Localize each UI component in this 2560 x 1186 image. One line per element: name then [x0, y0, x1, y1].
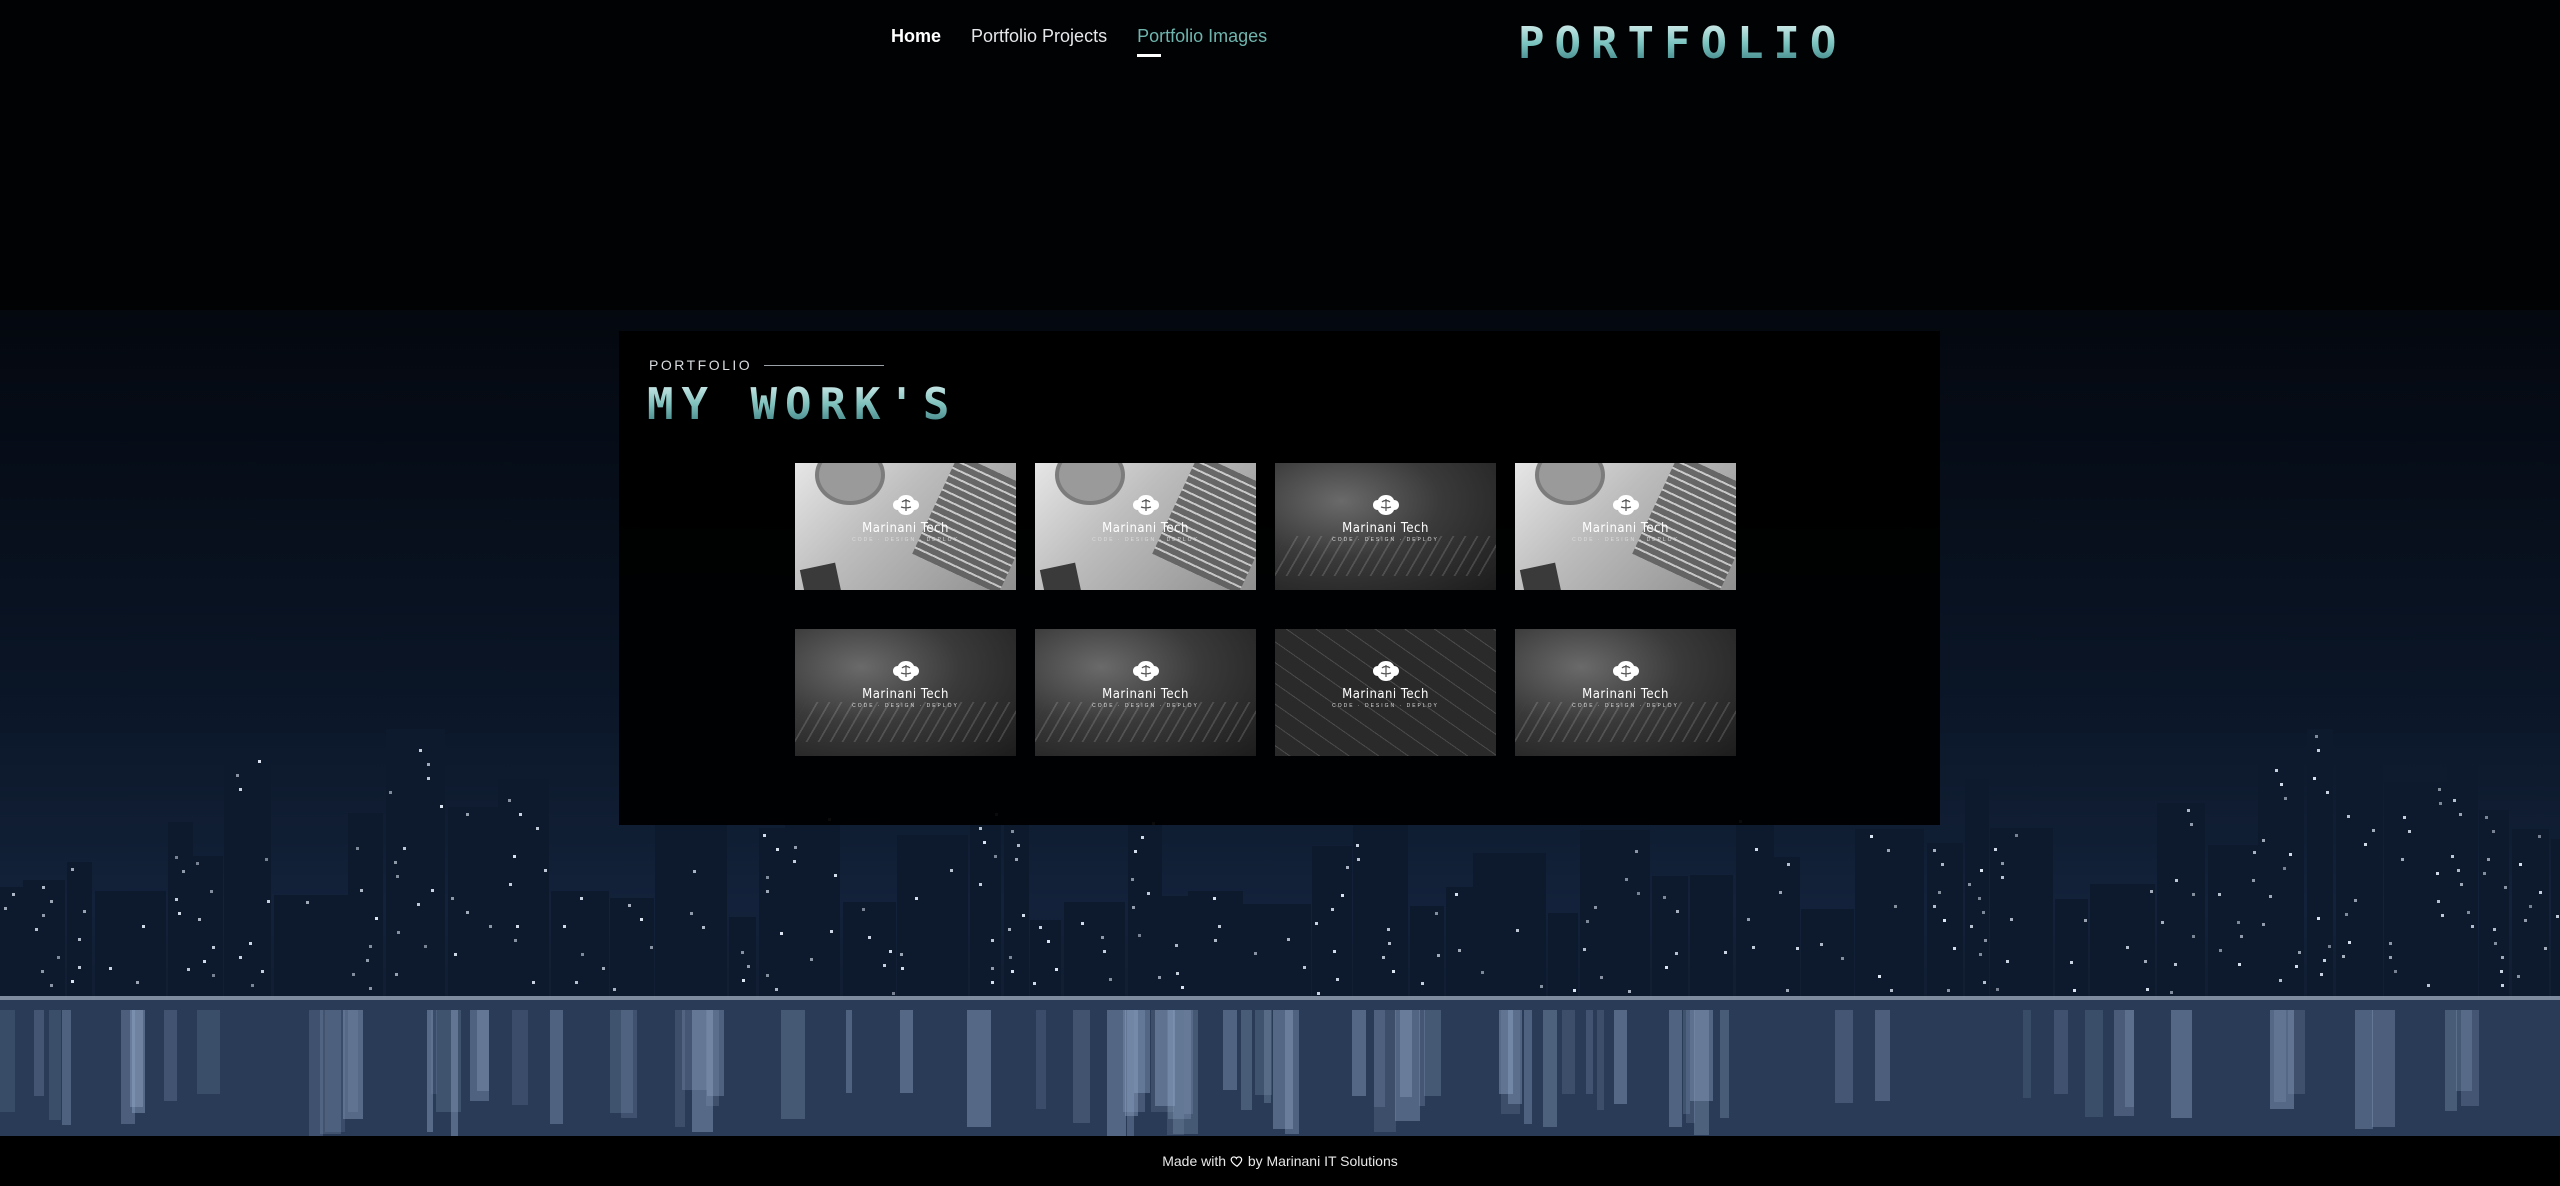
section-eyebrow: PORTFOLIO	[649, 357, 885, 373]
brand-name: Marinani Tech	[1342, 687, 1429, 702]
section-title: MY WORK'S	[647, 379, 958, 430]
eyebrow-label: PORTFOLIO	[649, 357, 753, 373]
brand-name: Marinani Tech	[1582, 521, 1669, 536]
brand-tagline: CODE · DESIGN · DEPLOY	[852, 703, 959, 709]
brand-name: Marinani Tech	[1582, 687, 1669, 702]
brand-name: Marinani Tech	[1102, 687, 1189, 702]
brand-tagline: CODE · DESIGN · DEPLOY	[852, 537, 959, 543]
brand-mark: Marinani Tech CODE · DESIGN · DEPLOY	[1275, 493, 1496, 543]
eyebrow-divider	[764, 364, 885, 366]
main-nav: Home Portfolio Projects Portfolio Images	[891, 26, 1267, 57]
brand-tagline: CODE · DESIGN · DEPLOY	[1332, 703, 1439, 709]
brand-tagline: CODE · DESIGN · DEPLOY	[1092, 537, 1199, 543]
gallery-thumbnail[interactable]: Marinani Tech CODE · DESIGN · DEPLOY	[795, 629, 1016, 756]
brain-logo-icon	[1612, 495, 1639, 515]
brand-tagline: CODE · DESIGN · DEPLOY	[1332, 537, 1439, 543]
site-logo[interactable]: PORTFOLIO	[1518, 18, 1846, 69]
gallery-thumbnail[interactable]: Marinani Tech CODE · DESIGN · DEPLOY	[1515, 463, 1736, 590]
site-footer: Made with by Marinani IT Solutions	[0, 1136, 2560, 1186]
brand-tagline: CODE · DESIGN · DEPLOY	[1572, 537, 1679, 543]
site-header: Home Portfolio Projects Portfolio Images…	[0, 0, 2560, 310]
brain-logo-icon	[1372, 661, 1399, 681]
gallery-thumbnail[interactable]: Marinani Tech CODE · DESIGN · DEPLOY	[1035, 629, 1256, 756]
brain-logo-icon	[892, 495, 919, 515]
nav-link-portfolio-images[interactable]: Portfolio Images	[1137, 26, 1267, 57]
gallery-thumbnail[interactable]: Marinani Tech CODE · DESIGN · DEPLOY	[795, 463, 1016, 590]
gallery-thumbnail[interactable]: Marinani Tech CODE · DESIGN · DEPLOY	[1035, 463, 1256, 590]
heart-icon	[1230, 1156, 1243, 1167]
nav-link-home[interactable]: Home	[891, 26, 941, 51]
footer-suffix: by Marinani IT Solutions	[1247, 1153, 1398, 1169]
nav-link-portfolio-projects[interactable]: Portfolio Projects	[971, 26, 1107, 51]
phone-graphic	[799, 562, 843, 590]
phone-graphic	[1039, 562, 1083, 590]
brand-name: Marinani Tech	[1342, 521, 1429, 536]
brain-logo-icon	[1132, 495, 1159, 515]
brand-mark: Marinani Tech CODE · DESIGN · DEPLOY	[795, 659, 1016, 709]
brand-mark: Marinani Tech CODE · DESIGN · DEPLOY	[1275, 659, 1496, 709]
brand-name: Marinani Tech	[862, 687, 949, 702]
brand-mark: Marinani Tech CODE · DESIGN · DEPLOY	[1035, 493, 1256, 543]
brain-logo-icon	[1132, 661, 1159, 681]
brand-mark: Marinani Tech CODE · DESIGN · DEPLOY	[1035, 659, 1256, 709]
footer-prefix: Made with	[1162, 1153, 1227, 1169]
brain-logo-icon	[892, 661, 919, 681]
brand-tagline: CODE · DESIGN · DEPLOY	[1092, 703, 1199, 709]
brand-mark: Marinani Tech CODE · DESIGN · DEPLOY	[1515, 493, 1736, 543]
portfolio-section: PORTFOLIO MY WORK'S Marinani Tech CODE · …	[619, 331, 1940, 825]
brand-mark: Marinani Tech CODE · DESIGN · DEPLOY	[795, 493, 1016, 543]
gallery-thumbnail[interactable]: Marinani Tech CODE · DESIGN · DEPLOY	[1515, 629, 1736, 756]
phone-graphic	[1519, 562, 1563, 590]
brand-tagline: CODE · DESIGN · DEPLOY	[1572, 703, 1679, 709]
brand-name: Marinani Tech	[1102, 521, 1189, 536]
gallery-thumbnail[interactable]: Marinani Tech CODE · DESIGN · DEPLOY	[1275, 463, 1496, 590]
brain-logo-icon	[1372, 495, 1399, 515]
gallery-thumbnail[interactable]: Marinani Tech CODE · DESIGN · DEPLOY	[1275, 629, 1496, 756]
brain-logo-icon	[1612, 661, 1639, 681]
image-gallery: Marinani Tech CODE · DESIGN · DEPLOY Marin…	[795, 463, 1736, 756]
brand-name: Marinani Tech	[862, 521, 949, 536]
brand-mark: Marinani Tech CODE · DESIGN · DEPLOY	[1515, 659, 1736, 709]
